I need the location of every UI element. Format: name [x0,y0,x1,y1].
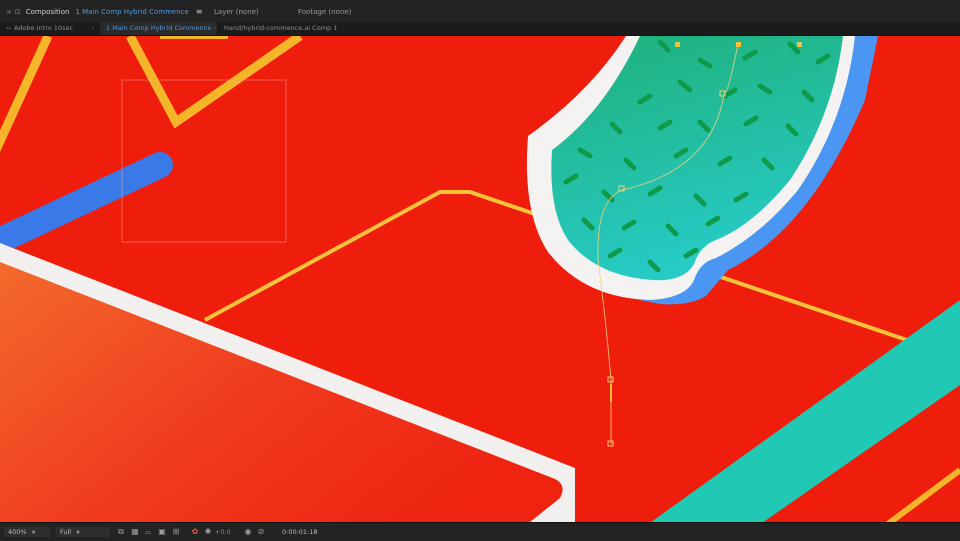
composition-viewer[interactable] [0,36,960,522]
chevron-down-icon: ▼ [76,530,80,536]
composition-tab-label: Composition [25,8,70,16]
exposure-icon[interactable]: ✺ [203,527,213,537]
breadcrumb-item[interactable]: Adobe Intro 10sec [14,22,73,35]
chevron-icon: › [214,25,217,32]
mask-path-icon[interactable]: ⌓ [143,527,153,537]
current-time-display[interactable]: 0:00:01:18 [282,527,318,537]
breadcrumb-item[interactable]: Hand/hybrid-commence.ai Comp 1 [224,22,337,35]
panel-tab-bar: × ⊡ Composition 1 Main Comp Hybrid Commence… [0,0,960,23]
flowchart-arrow-icon[interactable]: ↔ [6,22,11,35]
composition-canvas[interactable] [0,36,960,522]
viewer-toolbar: 400% ▼ Full ▼ ⧉ ▦ ⌓ ▣ ⊞ ✿ ✺ +0.0 ◉ ⊘ 0:00:… [0,522,960,541]
footage-tab-value: (none) [328,8,352,16]
exposure-value[interactable]: +0.0 [215,527,231,537]
show-snapshot-icon[interactable]: ⊘ [256,527,266,537]
composition-panel-tab[interactable]: × ⊡ Composition 1 Main Comp Hybrid Commence… [6,6,203,18]
panel-menu-icon[interactable]: ≡ [196,7,203,16]
footage-tab-label: Footage [298,8,327,16]
resolution-dropdown[interactable]: Full ▼ [56,527,110,537]
view-options-icon[interactable]: ⊞ [171,527,181,537]
chevron-icon: ‹ [92,25,95,32]
layer-panel-tab[interactable]: Layer (none) [214,6,259,18]
active-composition-name[interactable]: 1 Main Comp Hybrid Commence [75,8,188,16]
snapshot-icon[interactable]: ◉ [243,527,253,537]
chevron-down-icon: ▼ [31,530,36,536]
magnification-dropdown[interactable]: 400% ▼ [4,527,50,537]
color-wheel-icon[interactable]: ✿ [190,527,200,537]
region-icon[interactable]: ⧉ [116,527,126,537]
comp-navigator-bar: ↔ Adobe Intro 10sec ‹ 1 Main Comp Hybrid… [0,22,960,36]
toggle-icon[interactable]: ▣ [157,527,167,537]
layer-tab-label: Layer [214,8,234,16]
breadcrumb-item-active[interactable]: 1 Main Comp Hybrid Commence [100,22,218,35]
lock-icon[interactable]: ⊡ [15,6,21,18]
footage-panel-tab[interactable]: Footage (none) [298,6,351,18]
resolution-value: Full [60,528,72,536]
transparency-grid-icon[interactable]: ▦ [130,527,140,537]
layer-tab-value: (none) [235,8,259,16]
close-icon[interactable]: × [6,6,12,18]
magnification-value: 400% [8,528,27,536]
